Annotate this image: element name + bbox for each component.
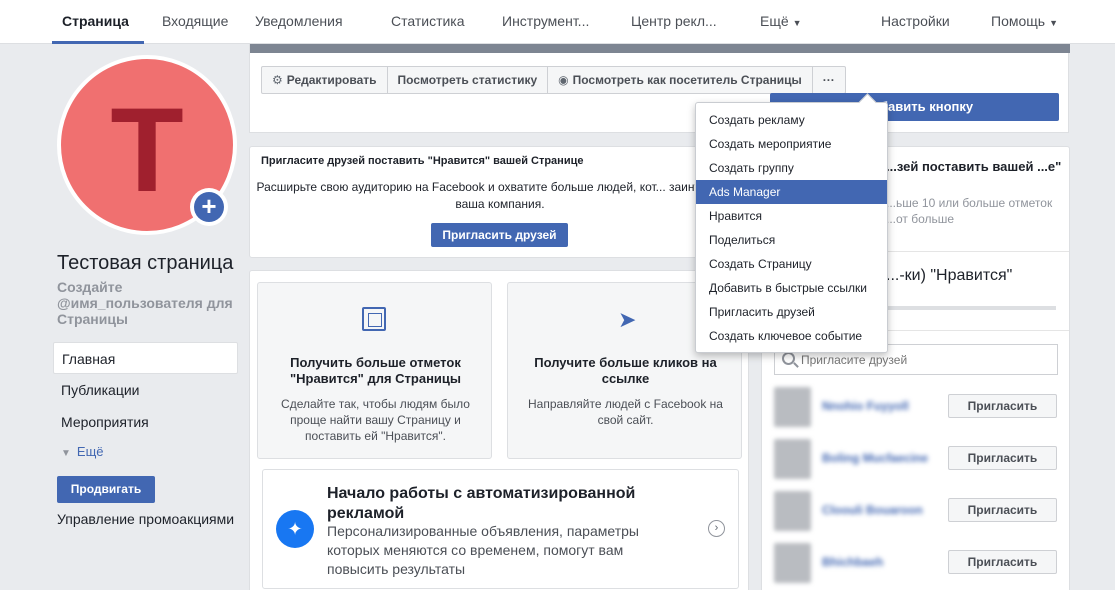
menu-item-invite-friends[interactable]: Пригласить друзей <box>696 300 887 324</box>
nav-item-home[interactable]: Главная <box>53 342 238 374</box>
promote-button[interactable]: Продвигать <box>57 476 155 503</box>
manage-promotions-link[interactable]: Управление промоакциями <box>57 511 234 528</box>
friend-name[interactable]: Cloouli Bouaroon <box>822 503 923 517</box>
page-header: ⚙ Редактировать Посмотреть статистику ◉ По… <box>249 44 1070 133</box>
friend-row: Nnohio Fuyyoll Пригласить <box>774 387 1058 427</box>
add-photo-button[interactable]: + <box>190 188 228 226</box>
invite-friends-card: Пригласите друзей поставить "Нравится" в… <box>249 146 749 258</box>
friend-avatar <box>774 387 811 427</box>
tab-help[interactable]: Помощь ▼ <box>991 13 1058 29</box>
menu-item-create-milestone[interactable]: Создать ключевое событие <box>696 324 887 348</box>
view-as-visitor-label: Посмотреть как посетитель Страницы <box>572 73 802 87</box>
menu-item-add-shortcut[interactable]: Добавить в быстрые ссылки <box>696 276 887 300</box>
top-navigation: Страница Входящие Уведомления Статистика… <box>0 0 1115 44</box>
friend-row: Bhichbaeh Пригласить <box>774 543 1058 583</box>
promo-tile-description: Направляйте людей с Facebook на свой сай… <box>528 397 723 427</box>
eye-icon: ◉ <box>558 73 569 87</box>
invite-friend-button[interactable]: Пригласить <box>948 498 1057 522</box>
tab-tools[interactable]: Инструмент... <box>502 13 589 29</box>
page-action-bar: ⚙ Редактировать Посмотреть статистику ◉ По… <box>261 66 846 94</box>
friend-name[interactable]: Nnohio Fuyyoll <box>822 399 909 413</box>
plus-icon: + <box>194 192 224 222</box>
magic-wand-icon: ✦ <box>276 510 314 548</box>
promo-tile-title: Получите больше кликов на ссылке <box>534 355 717 386</box>
triangle-down-icon: ▼ <box>61 448 71 459</box>
automated-ads-card[interactable]: ✦ Начало работы с автоматизированной рек… <box>262 469 739 589</box>
create-username-link[interactable]: Создайте @имя_пользователя для Страницы <box>57 279 242 327</box>
nav-item-more[interactable]: ▼ Ещё <box>53 438 238 465</box>
tab-settings[interactable]: Настройки <box>881 13 950 29</box>
likes-title: ...-ки) "Нравится" <box>886 267 1013 284</box>
tab-ad-center[interactable]: Центр рекл... <box>631 13 717 29</box>
nav-more-label: Ещё <box>76 444 104 459</box>
invite-friend-button[interactable]: Пригласить <box>948 394 1057 418</box>
nav-item-posts[interactable]: Публикации <box>53 374 238 406</box>
edit-button[interactable]: ⚙ Редактировать <box>262 67 388 93</box>
menu-item-create-event[interactable]: Создать мероприятие <box>696 132 887 156</box>
friend-avatar <box>774 543 811 583</box>
invite-friend-button[interactable]: Пригласить <box>948 446 1057 470</box>
gear-icon: ⚙ <box>272 73 283 87</box>
left-navigation: Главная Публикации Мероприятия ▼ Ещё <box>53 342 238 465</box>
right-panel-title: ...зей поставить вашей ...е" <box>886 159 1062 174</box>
friend-row: Boling Mucfaecine Пригласить <box>774 439 1058 479</box>
cover-photo <box>250 44 1070 53</box>
promo-tile-likes[interactable]: Получить больше отметок "Нравится" для С… <box>257 282 492 459</box>
automated-ads-title: Начало работы с автоматизированной рекла… <box>327 485 636 522</box>
chevron-down-icon: ▼ <box>792 18 802 28</box>
promotion-suggestions-card: Получить больше отметок "Нравится" для С… <box>249 270 749 590</box>
friend-name[interactable]: Bhichbaeh <box>822 555 883 569</box>
friend-row: Cloouli Bouaroon Пригласить <box>774 491 1058 531</box>
menu-item-create-ad[interactable]: Создать рекламу <box>696 108 887 132</box>
chevron-right-icon[interactable]: › <box>708 520 725 537</box>
chevron-down-icon: ▼ <box>1049 18 1058 28</box>
invite-friends-button[interactable]: Пригласить друзей <box>431 223 568 247</box>
promo-tile-description: Сделайте так, чтобы людям было проще най… <box>281 397 470 443</box>
friend-avatar <box>774 439 811 479</box>
more-options-menu: Создать рекламу Создать мероприятие Созд… <box>695 102 888 353</box>
invite-card-description: Расширьте свою аудиторию на Facebook и о… <box>256 180 744 211</box>
page-title: Тестовая страница <box>57 252 234 274</box>
menu-item-like[interactable]: Нравится <box>696 204 887 228</box>
menu-item-create-page[interactable]: Создать Страницу <box>696 252 887 276</box>
right-panel-subtitle: ...ьше 10 или больше отметок ...от больш… <box>886 196 1053 226</box>
search-icon <box>782 352 795 365</box>
more-options-button[interactable]: ··· <box>813 67 845 93</box>
menu-item-share[interactable]: Поделиться <box>696 228 887 252</box>
active-tab-indicator <box>52 41 144 44</box>
tab-notifications[interactable]: Уведомления <box>255 13 343 29</box>
nav-item-events[interactable]: Мероприятия <box>53 406 238 438</box>
invite-friend-button[interactable]: Пригласить <box>948 550 1057 574</box>
tab-more[interactable]: Ещё ▼ <box>760 13 802 29</box>
likes-progress-bar <box>886 306 1056 310</box>
cursor-icon: ➤ <box>618 307 637 332</box>
invite-card-title: Пригласите друзей поставить "Нравится" в… <box>261 155 584 167</box>
tab-help-label: Помощь <box>991 13 1046 29</box>
automated-ads-description: Персонализированные объявления, параметр… <box>327 523 639 577</box>
menu-item-ads-manager[interactable]: Ads Manager <box>696 180 887 204</box>
menu-item-create-group[interactable]: Создать группу <box>696 156 887 180</box>
tab-more-label: Ещё <box>760 13 789 29</box>
view-stats-button[interactable]: Посмотреть статистику <box>388 67 549 93</box>
tab-inbox[interactable]: Входящие <box>162 13 228 29</box>
promo-tile-title: Получить больше отметок "Нравится" для С… <box>289 355 462 386</box>
tab-statistics[interactable]: Статистика <box>391 13 465 29</box>
friend-avatar <box>774 491 811 531</box>
page-like-icon <box>362 307 386 331</box>
edit-label: Редактировать <box>286 73 377 87</box>
view-as-visitor-button[interactable]: ◉ Посмотреть как посетитель Страницы <box>548 67 813 93</box>
friend-name[interactable]: Boling Mucfaecine <box>822 451 928 465</box>
tab-page[interactable]: Страница <box>62 13 129 29</box>
